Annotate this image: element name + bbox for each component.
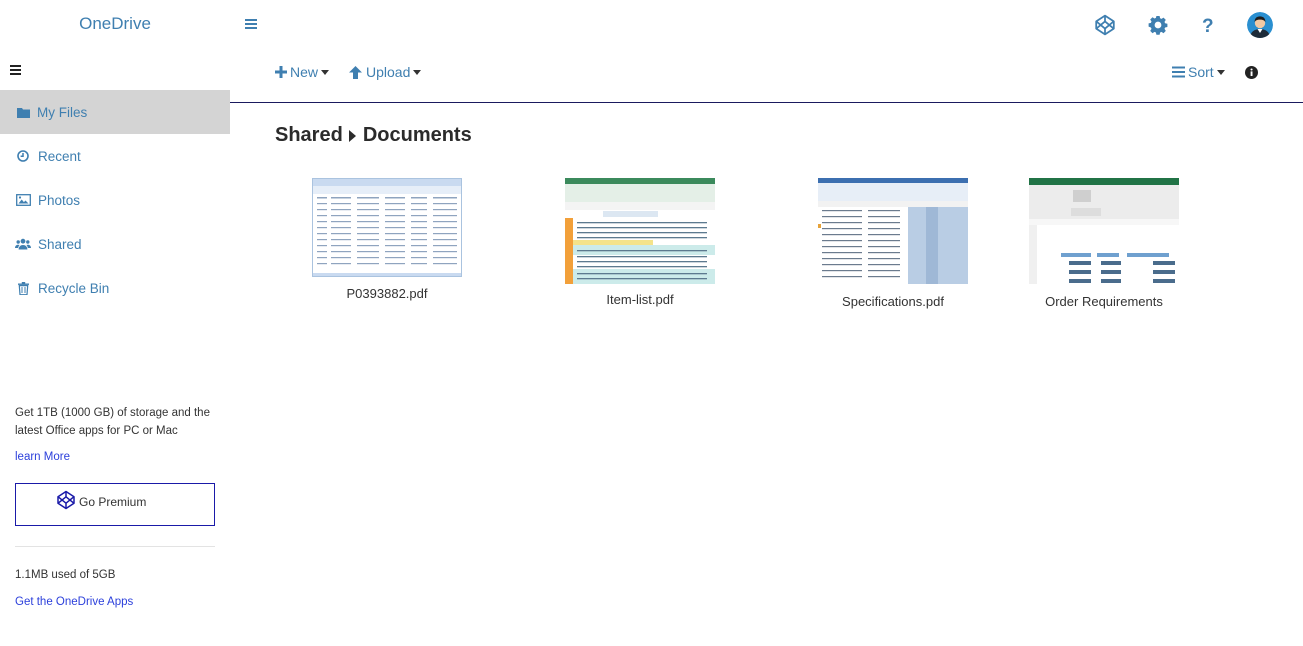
file-thumbnail [312,178,462,277]
sort-button[interactable]: Sort [1172,64,1225,80]
sidebar-item-my-files[interactable]: My Files [0,90,230,134]
sidebar-item-photos[interactable]: Photos [0,178,230,222]
file-name: Order Requirements [1045,294,1163,309]
go-premium-button[interactable]: Go Premium [15,483,215,526]
arrow-up-icon [349,65,362,79]
file-thumbnail [1029,178,1179,284]
info-icon[interactable] [1245,66,1258,79]
upload-label: Upload [366,64,411,80]
sidebar-item-label: Photos [38,192,81,208]
trash-icon [15,281,31,295]
sidebar-item-label: Recent [38,148,81,164]
sidebar-item-shared[interactable]: Shared [0,222,230,266]
sort-label: Sort [1188,64,1214,80]
sidebar-item-recent[interactable]: Recent [0,134,230,178]
list-icon [1172,66,1185,78]
sidebar-divider [15,546,215,547]
file-thumbnail [565,178,715,284]
file-name: P0393882.pdf [346,286,428,301]
file-item[interactable]: Specifications.pdf [818,178,968,310]
svg-text:?: ? [1202,16,1214,36]
caret-right-icon [348,129,356,142]
file-item[interactable]: P0393882.pdf [312,178,462,303]
learn-more-link[interactable]: learn More [15,451,70,463]
clock-icon [15,149,31,163]
storage-usage: 1.1MB used of 5GB [15,569,116,581]
codepen-icon [56,490,76,515]
caret-down-icon [1216,69,1225,75]
plus-icon [275,66,287,78]
premium-promo-text: Get 1TB (1000 GB) of storage and the lat… [15,407,210,437]
app-title[interactable]: OneDrive [0,14,230,34]
help-icon[interactable]: ? [1200,14,1216,41]
breadcrumb-shared[interactable]: Shared [275,124,343,147]
sidebar-item-label: Recycle Bin [38,280,110,296]
get-apps-link[interactable]: Get the OneDrive Apps [15,596,133,608]
breadcrumb-documents: Documents [362,124,472,146]
folder-icon [15,105,31,119]
sidebar: OneDrive My Files Recent Photos Shared R… [0,0,230,646]
file-item[interactable]: Item-list.pdf [565,178,715,308]
file-item[interactable]: Order Requirements [1029,178,1179,310]
new-label: New [290,64,319,80]
settings-gear-icon[interactable] [1148,15,1168,40]
upload-button[interactable]: Upload [349,64,422,80]
image-icon [15,193,31,207]
file-thumbnail [818,178,968,284]
users-icon [15,237,31,251]
user-avatar[interactable] [1247,12,1273,38]
sidebar-nav: My Files Recent Photos Shared Recycle Bi… [0,90,230,310]
menu-icon[interactable] [244,17,258,31]
caret-down-icon [413,69,422,75]
sidebar-item-label: My Files [37,104,88,120]
new-button[interactable]: New [275,64,330,80]
sidebar-toggle-icon[interactable] [10,63,22,75]
go-premium-label: Go Premium [79,495,147,509]
toolbar-divider [230,102,1303,103]
sidebar-item-label: Shared [38,236,82,252]
file-name: Specifications.pdf [842,294,944,309]
breadcrumb: Shared Documents [275,124,472,147]
sidebar-item-recycle-bin[interactable]: Recycle Bin [0,266,230,310]
caret-down-icon [321,69,330,75]
codepen-icon[interactable] [1094,14,1116,41]
file-name: Item-list.pdf [606,292,674,307]
